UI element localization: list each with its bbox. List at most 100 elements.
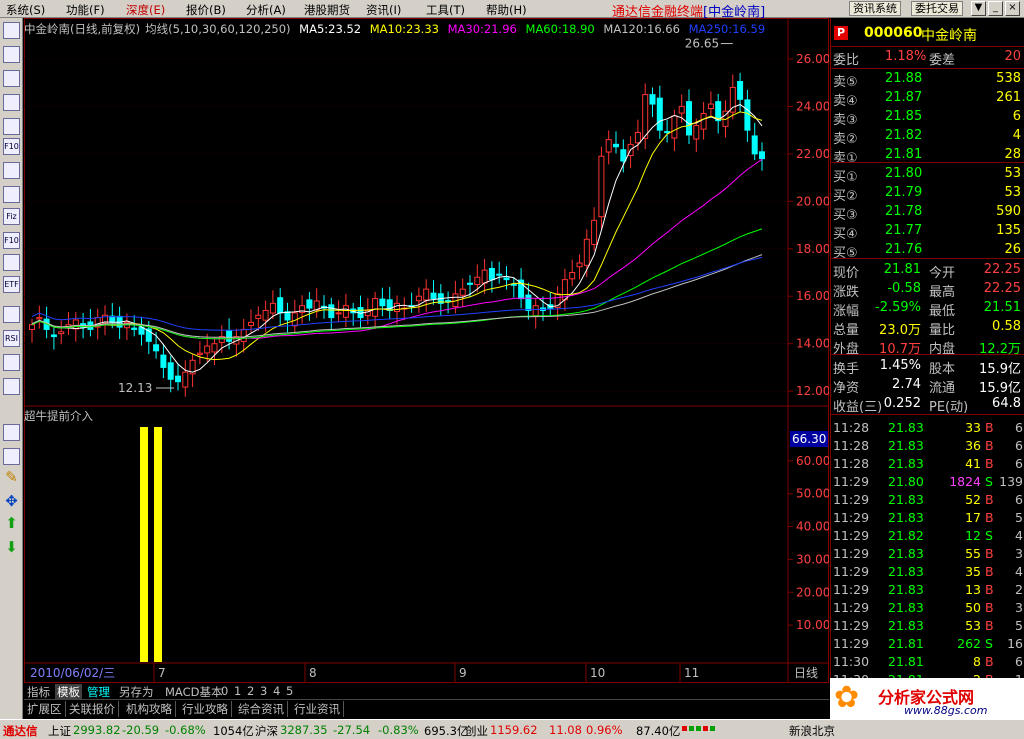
enter-icon[interactable] [3,448,20,465]
tab-1[interactable]: 1 [234,684,241,698]
bookmark-icon[interactable] [3,424,20,441]
buy-row[interactable]: 买④ 21.77 135 [831,223,1024,242]
tab-3[interactable]: 3 [260,684,267,698]
tab-4[interactable]: 4 [273,684,280,698]
kline-chart[interactable]: 26.00 24.00 22.00 20.00 18.00 16.00 14.00 12.00… [24,18,829,683]
stat-value: -2.59% [875,300,921,315]
menu-tools[interactable]: 工具(T) [426,2,465,18]
sh-change: -20.59 [122,723,160,737]
tick-count: 6 [1015,492,1023,507]
candle-body [226,330,233,342]
menu-hk-futures[interactable]: 港股期货 [304,2,350,18]
minimize-icon[interactable]: _ [988,1,1003,16]
sh-pct: -0.68% [165,723,206,737]
level-price: 21.80 [885,166,923,181]
search-icon[interactable] [3,254,20,271]
tab-institution[interactable]: 机构攻略 [126,701,176,717]
sell-row[interactable]: 卖③ 21.85 6 [831,109,1024,128]
level-label: 卖④ [833,94,858,109]
tab-industry-strategy[interactable]: 行业攻略 [182,701,232,717]
report-icon[interactable] [3,118,20,135]
tick-volume: 35 [965,564,981,579]
tick-count: 6 [1015,654,1023,669]
price-axis-label: 24.00 [796,99,829,113]
stat-label: 股本 [929,362,956,377]
minute-chart-icon[interactable] [3,70,20,87]
level-volume: 4 [1012,128,1021,143]
up-arrow-icon[interactable]: ⬆ [3,516,20,533]
price-axis-label: 26.00 [796,52,829,66]
down-arrow-icon[interactable]: ⬇ [3,540,20,557]
sell-row[interactable]: 卖② 21.82 4 [831,128,1024,147]
grid-icon[interactable] [3,46,20,63]
price-axis-label: 14.00 [796,337,829,351]
signal-bar [154,427,162,662]
candle-body [642,94,649,139]
cursor-icon[interactable] [3,22,20,39]
sell-row[interactable]: 卖④ 21.87 261 [831,90,1024,109]
wb-label: 委比 [833,53,860,68]
level-volume: 261 [996,90,1021,105]
menu-system[interactable]: 系统(S) [6,2,45,18]
news-ticker[interactable]: 新浪北京 [789,723,835,739]
tick-row: 11:28 21.83 33 B 6 [831,420,1024,438]
tab-0[interactable]: 0 [221,684,228,698]
tab-2[interactable]: 2 [247,684,254,698]
tab-template[interactable]: 模板 [55,684,82,700]
move-icon[interactable]: ✥ [3,494,20,511]
rsi-icon[interactable]: RSI [3,330,20,347]
tick-row: 11:29 21.83 55 B 3 [831,546,1024,564]
menu-info[interactable]: 资讯(I) [366,2,401,18]
menu-quote[interactable]: 报价(B) [186,2,226,18]
tick-count: 4 [1015,564,1023,579]
stat-value: 0.252 [883,396,921,411]
buy-row[interactable]: 买② 21.79 53 [831,185,1024,204]
menu-function[interactable]: 功能(F) [66,2,105,18]
candle-body [503,277,510,281]
info-icon[interactable] [3,162,20,179]
stat-value: 21.81 [883,262,921,277]
high-price-label: 26.65 [685,37,719,51]
pencil-icon[interactable]: ✎ [3,470,20,487]
buy-row[interactable]: 买① 21.80 53 [831,166,1024,185]
kline-icon[interactable] [3,94,20,111]
candle-body [153,344,160,352]
etf-icon[interactable]: ETF [3,276,20,293]
tab-industry-info[interactable]: 行业资讯 [294,701,344,717]
tab-macd[interactable]: MACD基本 [165,684,222,700]
tick-side: B [985,438,994,453]
close-icon[interactable]: × [1005,1,1020,16]
candle-body [598,155,605,218]
refresh-icon[interactable] [3,354,20,371]
fiz-icon[interactable]: Fiz [3,208,20,225]
stat-row: 换手 1.45% 股本 15.9亿 [831,358,1024,377]
tab-general-info[interactable]: 综合资讯 [238,701,288,717]
tab-indicator[interactable]: 指标 [27,684,50,700]
menu-help[interactable]: 帮助(H) [486,2,527,18]
candle-body [211,343,218,353]
low-price-label: 12.13 [118,381,152,395]
dropdown-icon[interactable]: ▼ [971,1,986,16]
indicator-icon[interactable] [3,306,20,323]
tick-count: 4 [1015,528,1023,543]
chart-area[interactable]: 26.00 24.00 22.00 20.00 18.00 16.00 14.00 12.00… [24,18,829,683]
tab-related-quote[interactable]: 关联报价 [69,701,119,717]
tab-manage[interactable]: 管理 [87,684,110,700]
news-system-button[interactable]: 资讯系统 [849,1,901,16]
news-icon[interactable] [3,186,20,203]
tab-extension[interactable]: 扩展区 [27,701,66,717]
f10-icon[interactable]: F10 [3,138,20,155]
quote-panel: P 000060 中金岭南 委比 1.18% 委差 20 卖⑤ 21.88 538 卖… [830,18,1024,719]
exit-icon[interactable] [3,378,20,395]
sell-row[interactable]: 卖⑤ 21.88 538 [831,71,1024,90]
buy-row[interactable]: 买③ 21.78 590 [831,204,1024,223]
menu-depth[interactable]: 深度(E) [126,2,165,18]
trade-button[interactable]: 委托交易 [911,1,963,16]
level-label: 买④ [833,227,858,242]
level-price: 21.82 [885,128,923,143]
tab-5[interactable]: 5 [286,684,293,698]
tab-save-as[interactable]: 另存为 [119,684,154,700]
f10-circle-icon[interactable]: F10 [3,232,20,249]
ma10-value: MA10:23.33 [369,22,439,36]
menu-analysis[interactable]: 分析(A) [246,2,286,18]
